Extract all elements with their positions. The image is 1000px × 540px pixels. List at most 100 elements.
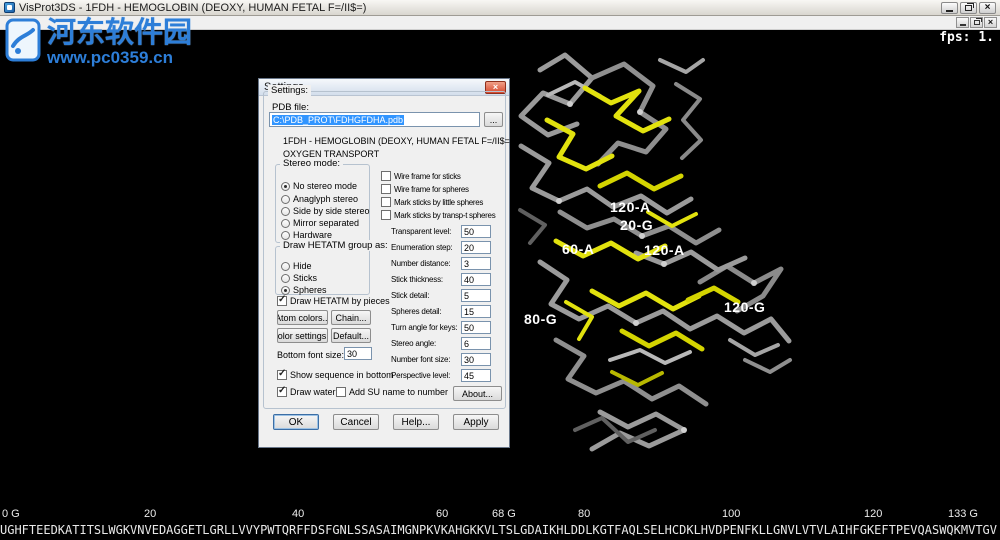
radio-label: Hide (293, 261, 312, 271)
ruler-mark: 100 (722, 508, 740, 520)
stick-thickness-input[interactable] (461, 273, 491, 286)
cancel-button[interactable]: Cancel (333, 414, 379, 430)
radio-icon[interactable] (281, 219, 290, 228)
close-icon: × (985, 3, 991, 13)
field-label: Perspective level: (391, 371, 450, 380)
field-label: Spheres detail: (391, 307, 441, 316)
checkbox-icon[interactable] (381, 210, 391, 220)
transparent-level-input[interactable] (461, 225, 491, 238)
ruler-mark: 80 (578, 508, 590, 520)
minimize-icon (960, 24, 966, 26)
radio-label: Sticks (293, 273, 317, 283)
checkbox-icon[interactable] (336, 387, 346, 397)
radio-icon[interactable] (281, 182, 290, 191)
residue-label: 120-A (644, 242, 685, 258)
help-button[interactable]: Help... (393, 414, 439, 430)
field-label: Stereo angle: (391, 339, 436, 348)
perspective-level-input[interactable] (461, 369, 491, 382)
field-label: Turn angle for keys: (391, 323, 457, 332)
checkbox-icon[interactable] (277, 370, 287, 380)
restore-button[interactable] (960, 2, 977, 14)
field-label: Enumeration step: (391, 243, 453, 252)
groupbox-title: Stereo mode: (280, 158, 343, 169)
titlebar: VisProt3DS - 1FDH - HEMOGLOBIN (DEOXY, H… (0, 0, 1000, 16)
checkbox-draw-hetatm-by-pieces[interactable]: Draw HETATM by pieces (277, 296, 390, 306)
browse-button[interactable]: ... (484, 112, 503, 127)
checkbox-show-sequence-in-bottom[interactable]: Show sequence in bottom (277, 370, 394, 380)
about-button[interactable]: About... (453, 386, 502, 401)
atom-colors-button[interactable]: Atom colors... (277, 310, 328, 325)
checkbox-wire-frame-for-spheres[interactable]: Wire frame for spheres (381, 184, 469, 194)
radio-icon[interactable] (281, 207, 290, 216)
apply-button[interactable]: Apply (453, 414, 499, 430)
restore-icon (974, 20, 980, 25)
minimize-button[interactable] (941, 2, 958, 14)
close-icon: × (988, 18, 993, 27)
sequence-letters: UGHFTEEDKATITSLWGKVNVEDAGGETLGRLLVVYPWTQ… (0, 523, 1000, 537)
radio-label: Hardware (293, 230, 332, 240)
ruler-mark: 20 (144, 508, 156, 520)
chain-button[interactable]: Chain... (331, 310, 371, 325)
radio-icon[interactable] (281, 195, 290, 204)
checkbox-icon[interactable] (277, 296, 287, 306)
color-settings-button[interactable]: Color settings... (277, 328, 328, 343)
field-label: Stick detail: (391, 291, 429, 300)
checkbox-icon[interactable] (381, 171, 391, 181)
ruler-mark: 120 (864, 508, 882, 520)
app-icon (4, 2, 15, 13)
field-stereo-angle: Stereo angle: (391, 337, 491, 351)
radio-sticks[interactable]: Sticks (281, 273, 317, 283)
checkbox-draw-water[interactable]: Draw water (277, 387, 336, 397)
child-close-button[interactable]: × (984, 17, 997, 28)
radio-icon[interactable] (281, 262, 290, 271)
radio-no-stereo-mode[interactable]: No stereo mode (281, 181, 357, 191)
radio-spheres[interactable]: Spheres (281, 285, 327, 295)
stereo-angle-input[interactable] (461, 337, 491, 350)
radio-icon[interactable] (281, 274, 290, 283)
pdb-header-line: 1FDH - HEMOGLOBIN (DEOXY, HUMAN FETAL F=… (283, 136, 513, 146)
radio-label: Anaglyph stereo (293, 194, 358, 204)
field-stick-thickness: Stick thickness: (391, 273, 491, 287)
child-restore-button[interactable] (970, 17, 983, 28)
spheres-detail-input[interactable] (461, 305, 491, 318)
radio-icon[interactable] (281, 231, 290, 240)
number-distance-input[interactable] (461, 257, 491, 270)
checkbox-label: Draw HETATM by pieces (290, 296, 390, 306)
checkbox-mark-sticks-transpt-spheres[interactable]: Mark sticks by transp-t spheres (381, 210, 495, 220)
radio-label: Side by side stereo (293, 206, 370, 216)
window-title: VisProt3DS - 1FDH - HEMOGLOBIN (DEOXY, H… (19, 2, 366, 14)
radio-side-by-side-stereo[interactable]: Side by side stereo (281, 206, 370, 216)
radio-anaglyph-stereo[interactable]: Anaglyph stereo (281, 194, 358, 204)
radio-hide[interactable]: Hide (281, 261, 312, 271)
groupbox-title: Draw HETATM group as: (280, 240, 391, 251)
checkbox-icon[interactable] (381, 184, 391, 194)
field-enumeration-step: Enumeration step: (391, 241, 491, 255)
checkbox-add-su-name-to-number[interactable]: Add SU name to number (336, 387, 448, 397)
checkbox-wire-frame-for-sticks[interactable]: Wire frame for sticks (381, 171, 461, 181)
close-button[interactable]: × (979, 2, 996, 14)
watermark-logo (5, 18, 41, 62)
stick-detail-input[interactable] (461, 289, 491, 302)
fps-counter: fps: 1. (939, 30, 994, 45)
residue-label: 20-G (620, 217, 653, 233)
enumeration-step-input[interactable] (461, 241, 491, 254)
watermark-text: 河东软件园 www.pc0359.cn (47, 18, 192, 68)
ruler-mark: 40 (292, 508, 304, 520)
checkbox-icon[interactable] (277, 387, 287, 397)
checkbox-icon[interactable] (381, 197, 391, 207)
checkbox-mark-sticks-little-spheres[interactable]: Mark sticks by little spheres (381, 197, 483, 207)
field-spheres-detail: Spheres detail: (391, 305, 491, 319)
radio-mirror-separated[interactable]: Mirror separated (281, 218, 359, 228)
child-minimize-button[interactable] (956, 17, 969, 28)
settings-dialog: Settings × Settings: PDB file: C:\PDB_PR… (258, 78, 510, 448)
radio-hardware[interactable]: Hardware (281, 230, 332, 240)
ok-button[interactable]: OK (273, 414, 319, 430)
watermark: 河东软件园 www.pc0359.cn (5, 18, 192, 68)
pdb-file-value: C:\PDB_PROT\FDHGFDHA.pdb (272, 115, 404, 125)
radio-label: No stereo mode (293, 181, 357, 191)
pdb-file-input[interactable]: C:\PDB_PROT\FDHGFDHA.pdb (269, 112, 480, 127)
bottom-font-size-input[interactable] (344, 347, 372, 360)
turn-angle-input[interactable] (461, 321, 491, 334)
default-button[interactable]: Default... (331, 328, 371, 343)
number-font-size-input[interactable] (461, 353, 491, 366)
